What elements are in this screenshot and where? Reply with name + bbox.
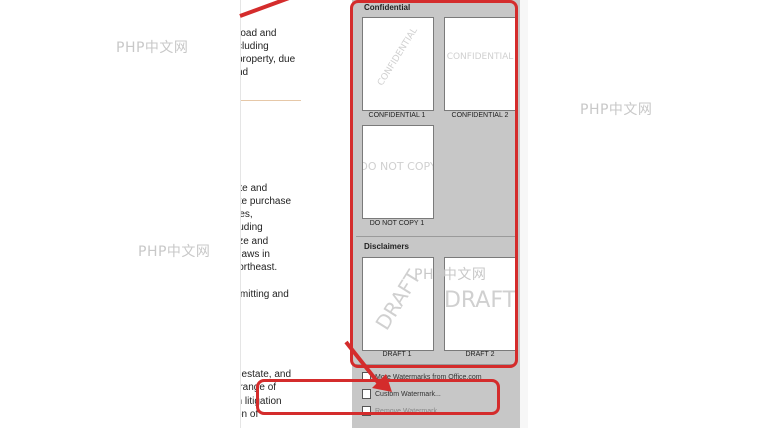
annotation-arrows <box>239 0 392 392</box>
arrow-line <box>344 340 382 387</box>
background-watermark-text: PHP中文网 <box>414 267 487 283</box>
arrow-line-top <box>239 0 290 18</box>
